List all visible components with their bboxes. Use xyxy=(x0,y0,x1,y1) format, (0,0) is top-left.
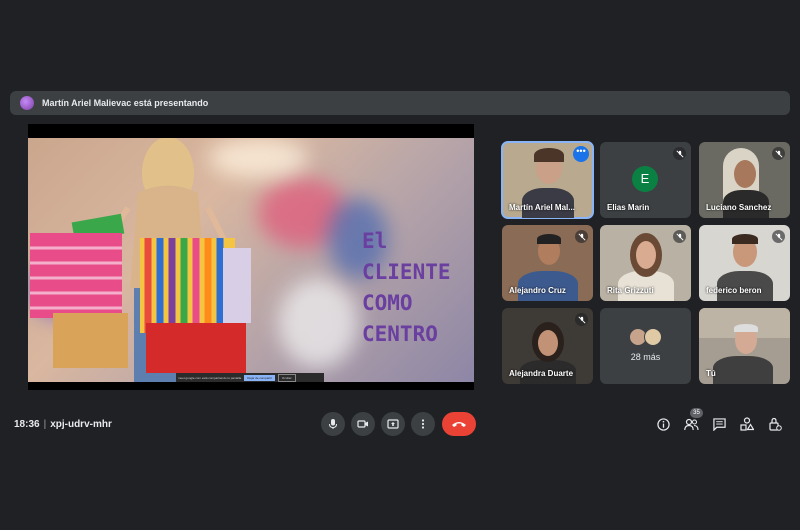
participant-initial-avatar: E xyxy=(632,166,658,192)
participant-name: Elias Marin xyxy=(607,203,650,212)
presenter-avatar xyxy=(20,96,34,110)
chat-icon xyxy=(712,417,726,431)
participant-name: Alejandra Duarte xyxy=(509,369,574,378)
microphone-button[interactable] xyxy=(321,412,345,436)
info-icon xyxy=(656,417,670,431)
presentation-stage[interactable]: El CLIENTE COMO CENTRO meet.google.com e… xyxy=(28,124,474,390)
participant-name: Alejandro Cruz xyxy=(509,286,566,295)
more-vert-icon xyxy=(421,419,425,429)
people-button[interactable] xyxy=(683,416,699,432)
activities-icon xyxy=(740,417,754,431)
participant-tile-luciano[interactable]: Luciano Sanchez xyxy=(699,142,790,218)
host-controls-icon xyxy=(769,417,782,431)
mic-off-icon xyxy=(575,313,588,326)
mic-off-icon xyxy=(673,230,686,243)
participant-tile-martin[interactable]: ••• Martín Ariel Mal... xyxy=(501,141,594,219)
others-avatar xyxy=(644,328,662,346)
participant-name: Tú xyxy=(706,369,716,378)
mic-off-icon xyxy=(772,230,785,243)
participant-tile-alejandra[interactable]: Alejandra Duarte xyxy=(502,308,593,384)
present-button[interactable] xyxy=(381,412,405,436)
shopper-illustration xyxy=(30,138,251,382)
participant-tile-rita[interactable]: Rita Grizzuti xyxy=(600,225,691,301)
others-count: 28 más xyxy=(630,352,661,362)
slide-title: El CLIENTE COMO CENTRO xyxy=(362,229,451,346)
mic-icon xyxy=(329,419,337,429)
presentation-slide: El CLIENTE COMO CENTRO xyxy=(28,138,474,382)
mic-off-icon xyxy=(575,230,588,243)
activities-button[interactable] xyxy=(739,416,755,432)
hide-share-bar-button[interactable]: Ocultar xyxy=(277,373,296,382)
participant-tile-self[interactable]: Tú xyxy=(699,308,790,384)
end-call-icon xyxy=(452,422,466,427)
camera-button[interactable] xyxy=(351,412,375,436)
participant-name: Rita Grizzuti xyxy=(607,286,654,295)
people-icon xyxy=(683,418,699,430)
participant-name: federico beron xyxy=(706,286,762,295)
presenting-banner: Martín Ariel Malievac está presentando xyxy=(10,91,790,115)
mic-off-icon xyxy=(772,147,785,160)
share-bar-text: meet.google.com está compartiendo tu pan… xyxy=(178,375,242,380)
end-call-button[interactable] xyxy=(442,412,476,436)
mic-off-icon xyxy=(673,147,686,160)
more-options-icon[interactable]: ••• xyxy=(573,146,589,162)
screen-share-bar: meet.google.com está compartiendo tu pan… xyxy=(176,373,324,382)
participant-tile-elias[interactable]: E Elias Marin xyxy=(600,142,691,218)
meeting-details-button[interactable] xyxy=(655,416,671,432)
chat-button[interactable] xyxy=(711,416,727,432)
camera-icon xyxy=(357,420,368,428)
stop-sharing-button[interactable]: Dejar de compartir xyxy=(244,374,275,381)
meeting-info: 18:36 | xpj-udrv-mhr xyxy=(14,419,112,430)
host-controls-button[interactable] xyxy=(767,416,783,432)
people-count-badge: 35 xyxy=(690,408,703,418)
separator: | xyxy=(43,419,47,430)
more-options-button[interactable] xyxy=(411,412,435,436)
participant-name: Martín Ariel Mal... xyxy=(509,203,575,212)
presenting-text: Martín Ariel Malievac está presentando xyxy=(42,98,209,108)
present-icon xyxy=(387,419,399,429)
participant-tile-alejandro[interactable]: Alejandro Cruz xyxy=(502,225,593,301)
meeting-code: xpj-udrv-mhr xyxy=(50,419,112,430)
participant-tile-others[interactable]: 28 más xyxy=(600,308,691,384)
participant-name: Luciano Sanchez xyxy=(706,203,772,212)
clock: 18:36 xyxy=(14,419,40,430)
participant-tile-federico[interactable]: federico beron xyxy=(699,225,790,301)
